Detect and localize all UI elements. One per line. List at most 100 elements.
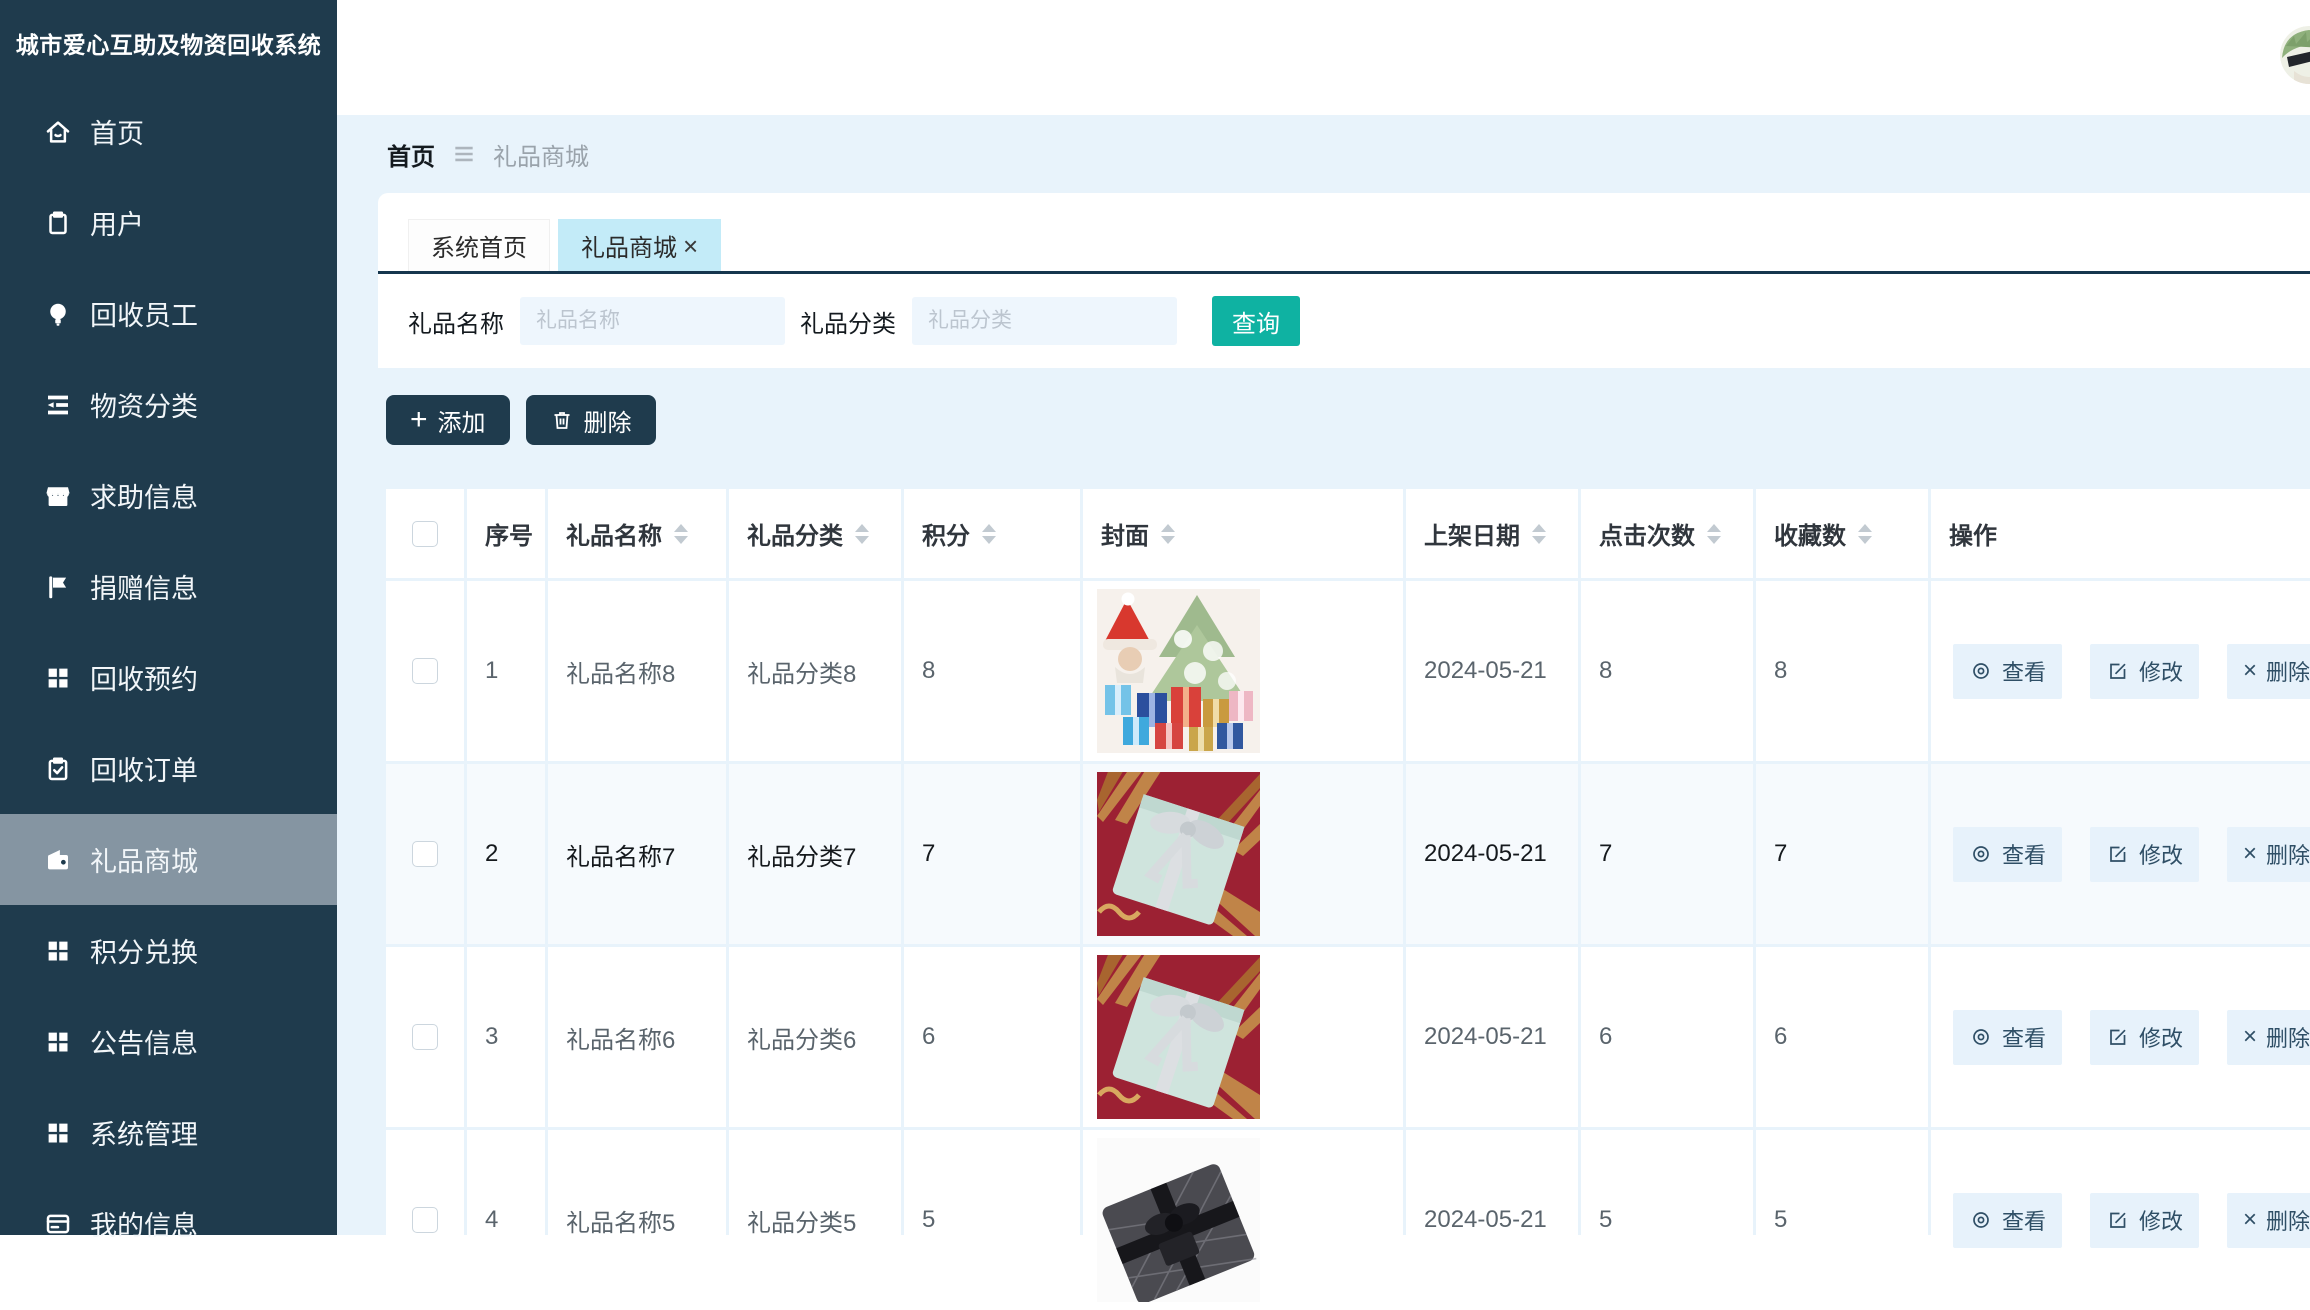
cell-favorites: 7 (1756, 764, 1928, 944)
sidebar-item-material-category[interactable]: 物资分类 (0, 359, 337, 450)
cell-points: 7 (904, 764, 1080, 944)
row-delete-button[interactable]: ×删除 (2227, 1010, 2310, 1065)
row-checkbox[interactable] (412, 1207, 438, 1233)
cell-category: 礼品分类6 (729, 947, 901, 1127)
edit-button[interactable]: 修改 (2090, 644, 2199, 699)
sidebar-item-gift-mall[interactable]: 礼品商城 (0, 814, 337, 905)
grid-icon (42, 1117, 74, 1149)
sidebar-item-points-exchange[interactable]: 积分兑换 (0, 905, 337, 996)
eye-icon (1969, 659, 1993, 683)
x-icon: × (2243, 1208, 2257, 1232)
sidebar-menu: 首页用户回收员工物资分类求助信息捐赠信息回收预约回收订单礼品商城积分兑换公告信息… (0, 86, 337, 1269)
sidebar-item-label: 用户 (90, 203, 144, 242)
clipboard-icon (42, 207, 74, 239)
view-button[interactable]: 查看 (1953, 1010, 2062, 1065)
column-header-cover[interactable]: 封面 (1083, 489, 1403, 578)
cell-clicks: 7 (1581, 764, 1753, 944)
add-button[interactable]: + 添加 (386, 395, 510, 445)
column-header-actions: 操作 (1931, 489, 2310, 578)
cell-index: 2 (467, 764, 545, 944)
sidebar-item-label: 物资分类 (90, 385, 198, 424)
close-tab-icon[interactable]: × (683, 233, 698, 259)
column-header-date[interactable]: 上架日期 (1406, 489, 1578, 578)
breadcrumb-current: 礼品商城 (493, 137, 589, 172)
sort-carets-icon[interactable] (855, 524, 869, 544)
sidebar-item-announcement[interactable]: 公告信息 (0, 996, 337, 1087)
edit-icon (2106, 659, 2130, 683)
view-button[interactable]: 查看 (1953, 827, 2062, 882)
clipboard-check-icon (42, 753, 74, 785)
wallet-icon (42, 844, 74, 876)
sidebar-item-my-info[interactable]: 我的信息 (0, 1178, 337, 1269)
main-area: 首页 礼品商城 系统首页礼品商城× 礼品名称礼品分类 查询 + 添加 (337, 0, 2310, 1235)
cell-name: 礼品名称7 (548, 764, 726, 944)
tab-label: 系统首页 (431, 228, 527, 263)
cell-name: 礼品名称6 (548, 947, 726, 1127)
search-group-gift-name: 礼品名称 (408, 297, 785, 345)
cell-points: 5 (904, 1130, 1080, 1310)
cell-category: 礼品分类5 (729, 1130, 901, 1310)
sidebar-item-donation-info[interactable]: 捐赠信息 (0, 541, 337, 632)
row-delete-button[interactable]: ×删除 (2227, 827, 2310, 882)
column-header-clicks[interactable]: 点击次数 (1581, 489, 1753, 578)
sidebar: 城市爱心互助及物资回收系统 首页用户回收员工物资分类求助信息捐赠信息回收预约回收… (0, 0, 337, 1235)
x-icon: × (2243, 659, 2257, 683)
view-button[interactable]: 查看 (1953, 644, 2062, 699)
row-checkbox[interactable] (412, 658, 438, 684)
column-header-category[interactable]: 礼品分类 (729, 489, 901, 578)
home-icon (42, 116, 74, 148)
sidebar-item-label: 捐赠信息 (90, 567, 198, 606)
sidebar-item-users[interactable]: 用户 (0, 177, 337, 268)
edit-button[interactable]: 修改 (2090, 1010, 2199, 1065)
tab-system-home[interactable]: 系统首页 (408, 219, 550, 271)
eye-icon (1969, 1025, 1993, 1049)
sidebar-item-system-management[interactable]: 系统管理 (0, 1087, 337, 1178)
row-checkbox[interactable] (412, 841, 438, 867)
sort-carets-icon[interactable] (1161, 524, 1175, 544)
sort-carets-icon[interactable] (1532, 524, 1546, 544)
breadcrumb-home-link[interactable]: 首页 (387, 137, 435, 172)
row-checkbox[interactable] (412, 1024, 438, 1050)
search-input-gift-category[interactable] (912, 297, 1177, 345)
sort-carets-icon[interactable] (674, 524, 688, 544)
breadcrumb-separator-icon (451, 141, 477, 167)
cell-cover (1083, 947, 1403, 1127)
cell-favorites: 8 (1756, 581, 1928, 761)
sidebar-item-label: 回收订单 (90, 749, 198, 788)
cell-category: 礼品分类8 (729, 581, 901, 761)
sort-carets-icon[interactable] (1707, 524, 1721, 544)
bulb-icon (42, 298, 74, 330)
row-delete-button[interactable]: ×删除 (2227, 644, 2310, 699)
breadcrumb: 首页 礼品商城 (337, 115, 2310, 193)
sidebar-item-recycle-order[interactable]: 回收订单 (0, 723, 337, 814)
search-row: 礼品名称礼品分类 查询 (378, 274, 2310, 368)
user-avatar[interactable] (2280, 26, 2310, 84)
query-button[interactable]: 查询 (1212, 296, 1300, 346)
delete-button[interactable]: 删除 (526, 395, 656, 445)
sort-carets-icon[interactable] (1858, 524, 1872, 544)
sidebar-item-help-info[interactable]: 求助信息 (0, 450, 337, 541)
filter-card: 系统首页礼品商城× 礼品名称礼品分类 查询 (378, 193, 2310, 368)
cell-cover (1083, 764, 1403, 944)
column-header-points[interactable]: 积分 (904, 489, 1080, 578)
search-input-gift-name[interactable] (520, 297, 785, 345)
sort-carets-icon[interactable] (982, 524, 996, 544)
cell-name: 礼品名称5 (548, 1130, 726, 1310)
column-header-index: 序号 (467, 489, 545, 578)
cell-date: 2024-05-21 (1406, 1130, 1578, 1310)
search-label-gift-name: 礼品名称 (408, 304, 504, 339)
edit-button[interactable]: 修改 (2090, 827, 2199, 882)
edit-button[interactable]: 修改 (2090, 1193, 2199, 1248)
row-delete-button[interactable]: ×删除 (2227, 1193, 2310, 1248)
column-header-name[interactable]: 礼品名称 (548, 489, 726, 578)
sidebar-item-label: 回收员工 (90, 294, 198, 333)
sidebar-item-recycle-booking[interactable]: 回收预约 (0, 632, 337, 723)
column-header-favorites[interactable]: 收藏数 (1756, 489, 1928, 578)
content: 首页 礼品商城 系统首页礼品商城× 礼品名称礼品分类 查询 + 添加 (337, 115, 2310, 1235)
sidebar-item-recycle-staff[interactable]: 回收员工 (0, 268, 337, 359)
view-button[interactable]: 查看 (1953, 1193, 2062, 1248)
tab-gift-mall[interactable]: 礼品商城× (558, 219, 721, 271)
select-all-checkbox[interactable] (412, 521, 438, 547)
cell-favorites: 5 (1756, 1130, 1928, 1310)
sidebar-item-home[interactable]: 首页 (0, 86, 337, 177)
